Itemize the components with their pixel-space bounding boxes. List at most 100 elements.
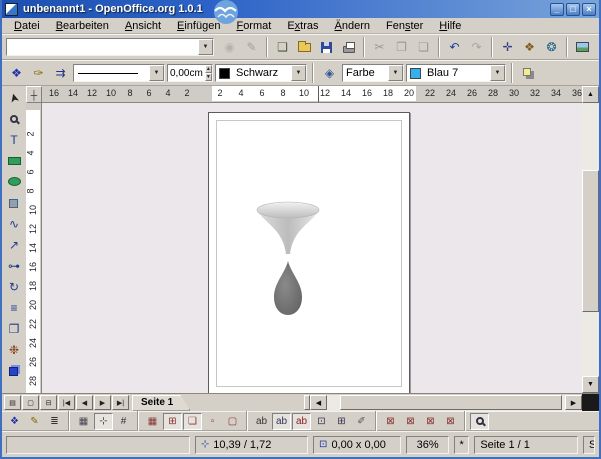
zoom-select-icon[interactable] [470,413,489,430]
menu-item-ansicht[interactable]: Ansicht [117,19,169,33]
ellipse-icon[interactable] [3,171,25,192]
line-style-arrow-icon[interactable]: ▼ [149,65,164,81]
placeholder-object-icon[interactable]: ⊠ [441,413,460,430]
shadow-icon[interactable] [518,63,539,83]
spin-up-icon[interactable]: ▲ [205,65,212,73]
arrange-icon[interactable]: ❐ [3,318,25,339]
menu-item-fenster[interactable]: Fenster [378,19,431,33]
cut-icon[interactable]: ✂ [369,37,390,57]
connector-icon[interactable]: ⊶ [3,255,25,276]
page-mode-icon[interactable]: ▤ [4,395,21,410]
vertical-scrollbar[interactable]: ▼ [582,103,599,393]
fill-style-dropdown[interactable]: Farbe ▼ [342,64,404,82]
menu-item-bearbeiten[interactable]: Bearbeiten [48,19,117,33]
simple-handles-icon[interactable]: ⊡ [312,413,331,430]
line-color-dropdown[interactable]: Schwarz ▼ [215,64,307,82]
drawing-canvas[interactable] [42,103,582,393]
snap-to-margins-icon[interactable]: ⊞ [163,413,182,430]
fill-color-arrow-icon[interactable]: ▼ [490,65,505,81]
zoom-icon[interactable] [3,108,25,129]
line-width-spinner[interactable]: 0,00cm ▲ ▼ [167,64,213,82]
horizontal-scrollbar[interactable]: ◀ ▶ [310,395,582,411]
snap-to-frame-icon[interactable]: ▢ [223,413,242,430]
rotate-icon[interactable]: ↻ [3,276,25,297]
horizontal-ruler[interactable]: 1614121086422468101214161820222426283032… [42,86,582,103]
open-folder-icon[interactable] [294,37,315,57]
rectangle-icon[interactable] [3,150,25,171]
undo-icon[interactable]: ↶ [444,37,465,57]
alignment-icon[interactable]: ≡ [3,297,25,318]
fill-color-value[interactable]: Blau 7 [424,67,490,79]
master-mode-icon[interactable]: ▢ [22,395,39,410]
fill-style-value[interactable]: Farbe [343,67,388,79]
scroll-right-icon[interactable]: ▶ [565,395,582,410]
controller-3d-icon[interactable] [3,360,25,381]
save-icon[interactable] [316,37,337,57]
text-icon[interactable]: T [3,129,25,150]
placeholder-text-icon[interactable]: ⊠ [421,413,440,430]
snap-to-guides-icon[interactable]: ▦ [143,413,162,430]
modify-text-icon[interactable]: ab [292,413,311,430]
snap-to-points-icon[interactable]: ▫ [203,413,222,430]
hyperlink-icon[interactable]: ❂ [541,37,562,57]
spin-down-icon[interactable]: ▼ [205,73,212,81]
last-page-icon[interactable]: ▶| [112,395,129,410]
snap-to-grid-icon[interactable]: ⊹ [94,413,113,430]
copy-icon[interactable]: ❐ [391,37,412,57]
scroll-left-icon[interactable]: ◀ [310,395,327,410]
scroll-up-icon[interactable]: ▲ [582,86,599,103]
page-tab[interactable]: Seite 1 [132,395,190,411]
select-text-area-icon[interactable]: ≣ [45,413,64,430]
show-guides-icon[interactable]: # [114,413,133,430]
vertical-scroll-track[interactable] [582,103,599,376]
title-bar[interactable]: unbenannt1 - OpenOffice.org 1.0.1 _□× [2,0,599,18]
arrow-ends-icon[interactable]: ⇉ [50,63,71,83]
show-grid-icon[interactable]: ▦ [74,413,93,430]
first-page-icon[interactable]: |◀ [58,395,75,410]
pen-icon[interactable]: ✑ [28,63,49,83]
redo-icon[interactable]: ↷ [466,37,487,57]
minimize-button[interactable]: _ [550,3,564,16]
horizontal-scroll-track[interactable] [327,395,565,410]
curve-icon[interactable]: ∿ [3,213,25,234]
menu-item-datei[interactable]: Datei [6,19,48,33]
line-width-value[interactable]: 0,00cm [168,68,205,79]
maximize-button[interactable]: □ [566,3,580,16]
edit-points-icon[interactable]: ❖ [6,63,27,83]
new-document-icon[interactable]: ❑ [272,37,293,57]
line-color-value[interactable]: Schwarz [233,67,291,79]
placeholder-picture-icon[interactable]: ⊠ [381,413,400,430]
quick-edit-icon[interactable]: ✎ [25,413,44,430]
url-dropdown-arrow-icon[interactable]: ▼ [198,39,213,55]
scroll-down-icon[interactable]: ▼ [582,376,599,393]
stop-icon[interactable]: ◉ [219,37,240,57]
horizontal-scroll-thumb[interactable] [340,395,562,410]
menu-item-ndern[interactable]: Ändern [327,19,378,33]
vertical-ruler[interactable]: 246810121416182022242628 [26,103,42,393]
teardrop-3d[interactable] [274,261,302,315]
next-page-icon[interactable]: ▶ [94,395,111,410]
fill-color-dropdown[interactable]: Blau 7 ▼ [406,64,506,82]
objects-3d-icon[interactable] [3,192,25,213]
hourglass-drawing[interactable] [238,198,338,318]
edit-file-icon[interactable]: ✎ [241,37,262,57]
large-handles-icon[interactable]: ⊞ [332,413,351,430]
ruler-origin-corner[interactable]: ┼ [26,86,42,103]
fill-style-arrow-icon[interactable]: ▼ [388,65,403,81]
status-page-style-field[interactable]: Standard [583,436,595,454]
navigator-icon[interactable]: ✛ [497,37,518,57]
effects-icon[interactable]: ❉ [3,339,25,360]
snap-to-border-icon[interactable]: ❏ [183,413,202,430]
lines-arrows-icon[interactable]: ↗ [3,234,25,255]
menu-item-hilfe[interactable]: Hilfe [431,19,469,33]
fill-can-icon[interactable]: ◈ [319,63,340,83]
paintbrush-icon[interactable]: ✐ [352,413,371,430]
menu-item-extras[interactable]: Extras [279,19,326,33]
stylist-icon[interactable]: ❖ [519,37,540,57]
close-button[interactable]: × [582,3,596,16]
line-style-dropdown[interactable]: ▼ [73,64,165,82]
select-icon[interactable]: ➤ [3,87,25,108]
funnel-rim[interactable] [257,202,319,218]
paste-icon[interactable]: ❏ [413,37,434,57]
layer-mode-icon[interactable]: ⊟ [40,395,57,410]
